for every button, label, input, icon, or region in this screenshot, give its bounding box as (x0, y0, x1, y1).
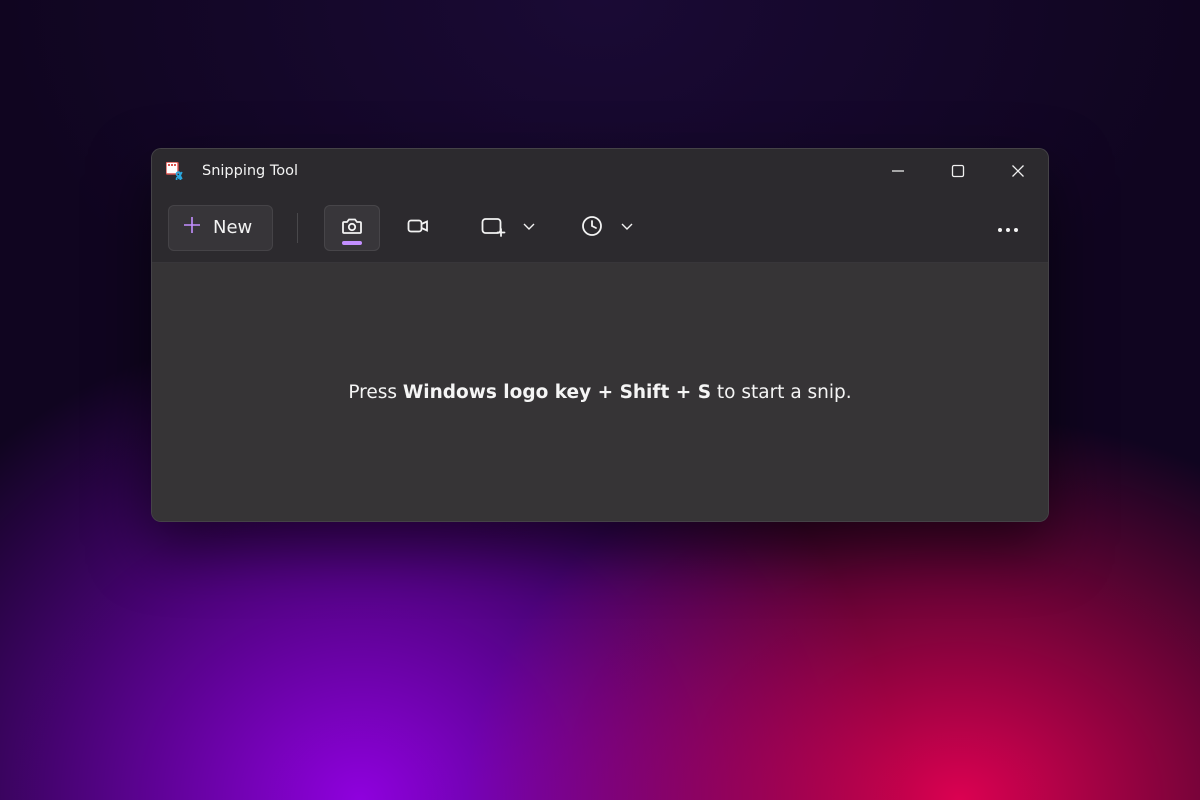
app-title: Snipping Tool (202, 163, 298, 179)
snip-shape-chevron[interactable] (512, 205, 546, 251)
chevron-down-icon (522, 218, 536, 237)
titlebar: Snipping Tool (152, 149, 1048, 193)
more-icon (997, 218, 1019, 237)
new-button[interactable]: New (168, 205, 273, 251)
record-mode-button[interactable] (390, 205, 446, 251)
app-icon (166, 162, 184, 180)
plus-icon (183, 216, 201, 239)
snapshot-mode-button[interactable] (324, 205, 380, 251)
snip-shape-dropdown[interactable] (480, 205, 546, 251)
rectangle-snip-icon (480, 214, 506, 242)
more-button[interactable] (984, 205, 1032, 251)
new-button-label: New (213, 217, 252, 238)
chevron-down-icon (620, 218, 634, 237)
delay-dropdown[interactable] (580, 205, 644, 251)
snipping-tool-window: Snipping Tool New (151, 148, 1049, 522)
toolbar: New (152, 193, 1048, 263)
delay-chevron[interactable] (610, 205, 644, 251)
maximize-button[interactable] (928, 149, 988, 193)
video-icon (406, 214, 430, 242)
clock-icon (580, 214, 604, 242)
window-controls (868, 149, 1048, 193)
minimize-button[interactable] (868, 149, 928, 193)
hint-text: Press Windows logo key + Shift + S to st… (348, 382, 851, 403)
toolbar-divider (297, 213, 298, 243)
content-area: Press Windows logo key + Shift + S to st… (152, 263, 1048, 521)
camera-icon (340, 214, 364, 242)
close-button[interactable] (988, 149, 1048, 193)
